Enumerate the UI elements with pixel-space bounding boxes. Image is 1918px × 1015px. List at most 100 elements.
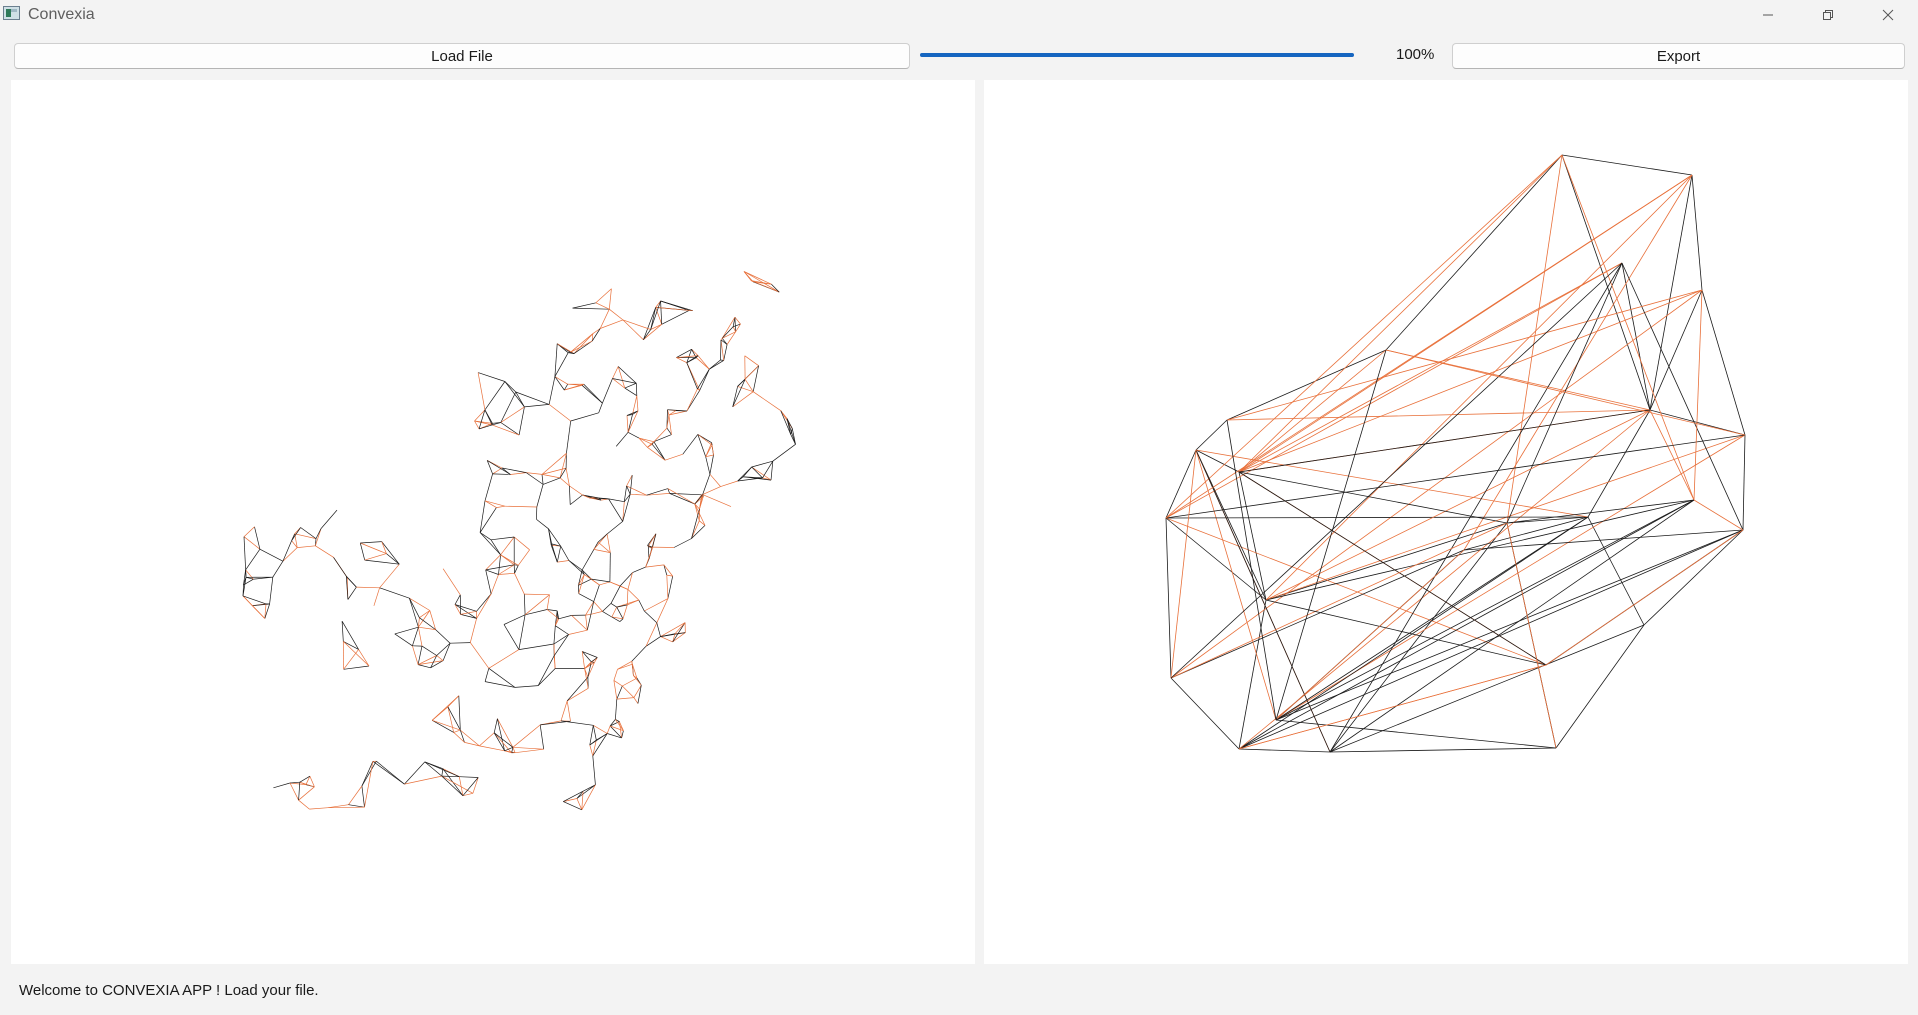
convex-hull-viewport[interactable] bbox=[984, 80, 1908, 964]
hull-edge bbox=[1238, 664, 1547, 750]
mesh-edge bbox=[560, 546, 570, 561]
mesh-edge bbox=[346, 575, 357, 588]
mesh-edge bbox=[484, 500, 506, 507]
mesh-edge bbox=[242, 595, 266, 619]
mesh-edge bbox=[676, 357, 687, 364]
title-bar: Convexia bbox=[0, 0, 1918, 30]
mesh-edge bbox=[602, 603, 612, 612]
mesh-edge bbox=[613, 680, 623, 687]
mesh-edge bbox=[484, 473, 493, 501]
mesh-edge bbox=[361, 761, 374, 787]
mesh-edge bbox=[626, 485, 647, 496]
mesh-edge bbox=[291, 527, 301, 541]
mesh-edge bbox=[569, 485, 571, 505]
mesh-edge bbox=[631, 661, 634, 676]
mesh-edge bbox=[454, 604, 477, 619]
mesh-edge bbox=[702, 494, 732, 507]
hull-edge bbox=[1329, 522, 1508, 753]
hull-edge bbox=[1226, 409, 1651, 421]
mesh-edge bbox=[581, 549, 595, 571]
hull-edge bbox=[1587, 409, 1651, 518]
mesh-edge bbox=[697, 369, 710, 390]
convex-hull-wireframe bbox=[1165, 154, 1746, 753]
mesh-edge bbox=[559, 453, 567, 478]
mesh-edge bbox=[460, 610, 477, 615]
mesh-edge bbox=[419, 610, 430, 618]
mesh-edge bbox=[613, 669, 618, 681]
mesh-edge bbox=[589, 744, 594, 756]
mesh-edge bbox=[554, 376, 565, 391]
mesh-edge bbox=[259, 548, 284, 562]
mesh-edge bbox=[360, 541, 382, 544]
mesh-edge bbox=[612, 366, 619, 379]
mesh-edge bbox=[621, 730, 624, 738]
export-button[interactable]: Export bbox=[1452, 43, 1905, 69]
mesh-edge bbox=[753, 391, 781, 411]
mesh-edge bbox=[723, 344, 728, 361]
hull-edge bbox=[1329, 624, 1645, 753]
mesh-edge bbox=[243, 526, 255, 537]
mesh-edge bbox=[477, 372, 486, 410]
mesh-edge bbox=[596, 733, 608, 741]
mesh-edge bbox=[442, 643, 451, 661]
mesh-edge bbox=[320, 509, 338, 529]
mesh-edge bbox=[606, 725, 611, 734]
mesh-edge bbox=[359, 542, 366, 561]
mesh-edge bbox=[570, 340, 593, 353]
mesh-edge bbox=[709, 473, 721, 487]
mesh-edge bbox=[653, 427, 668, 442]
mesh-edge bbox=[635, 383, 638, 396]
mesh-edge bbox=[645, 564, 664, 568]
mesh-edge bbox=[418, 664, 431, 669]
mesh-edge bbox=[608, 288, 612, 310]
hull-edge bbox=[1265, 522, 1508, 601]
mesh-edge bbox=[490, 536, 515, 541]
mesh-edge bbox=[524, 593, 550, 596]
mesh-edge bbox=[245, 549, 261, 571]
restore-button[interactable] bbox=[1798, 0, 1858, 30]
mesh-edge bbox=[289, 781, 300, 784]
mesh-edge bbox=[462, 777, 479, 796]
mesh-edge bbox=[744, 379, 754, 392]
mesh-edge bbox=[644, 610, 658, 624]
load-file-button[interactable]: Load File bbox=[14, 43, 910, 69]
mesh-edge bbox=[686, 362, 698, 390]
mesh-edge bbox=[418, 627, 423, 647]
mesh-edge bbox=[485, 569, 492, 594]
window-title: Convexia bbox=[28, 6, 95, 23]
mesh-edge bbox=[503, 624, 520, 650]
mesh-edge bbox=[512, 747, 516, 753]
mesh-edge bbox=[341, 621, 344, 642]
mesh-edge bbox=[328, 806, 365, 809]
mesh-edge bbox=[554, 352, 569, 377]
mesh-edge bbox=[273, 782, 291, 789]
mesh-edge bbox=[711, 445, 714, 456]
mesh-edge bbox=[720, 339, 722, 361]
mesh-edge bbox=[567, 687, 589, 702]
mesh-edge bbox=[484, 500, 497, 508]
mesh-edge bbox=[648, 533, 657, 547]
hull-edge bbox=[1643, 529, 1744, 626]
mesh-edge bbox=[453, 729, 461, 733]
hull-edge bbox=[1238, 529, 1744, 750]
minimize-button[interactable] bbox=[1738, 0, 1798, 30]
hull-edge bbox=[1275, 529, 1744, 721]
mesh-edge bbox=[620, 585, 629, 590]
mesh-edge bbox=[555, 625, 569, 635]
source-mesh-viewport[interactable] bbox=[11, 80, 975, 964]
mesh-edge bbox=[695, 357, 710, 370]
mesh-edge bbox=[289, 782, 299, 801]
mesh-edge bbox=[347, 586, 357, 600]
mesh-edge bbox=[500, 536, 515, 556]
mesh-edge bbox=[551, 543, 558, 563]
hull-edge bbox=[1238, 599, 1267, 750]
mesh-edge bbox=[569, 485, 583, 496]
mesh-edge bbox=[512, 724, 541, 748]
progress-percent: 100% bbox=[1396, 46, 1435, 63]
mesh-edge bbox=[633, 675, 642, 686]
mesh-edge bbox=[622, 685, 635, 698]
mesh-edge bbox=[569, 494, 583, 505]
mesh-edge bbox=[721, 326, 734, 339]
mesh-edge bbox=[589, 725, 594, 746]
close-button[interactable] bbox=[1858, 0, 1918, 30]
